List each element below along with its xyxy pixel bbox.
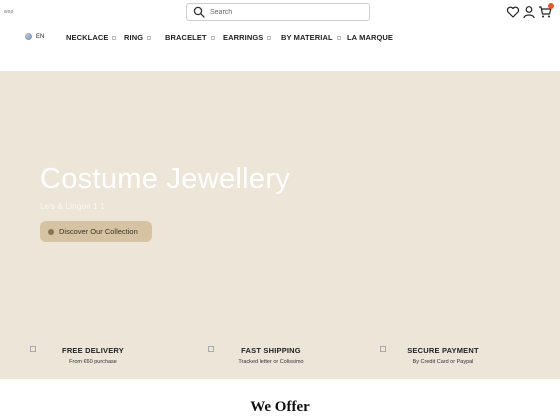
button-label: Discover Our Collection: [59, 227, 138, 236]
hero-title: Costume Jewellery: [40, 163, 291, 195]
nav-label: RING: [124, 33, 144, 42]
feature-title: FAST SHIPPING: [241, 346, 301, 355]
chevron-down-icon: [112, 35, 117, 40]
chevron-down-icon: [336, 35, 341, 40]
hero-subtitle: Le's & Lingon 1 1: [40, 202, 105, 211]
wishlist-button[interactable]: [506, 5, 520, 19]
search-bar[interactable]: [186, 3, 370, 21]
diamond-icon: [48, 228, 54, 235]
nav-label: NECKLACE: [66, 33, 109, 42]
features-bar: FREE DELIVERY From €60 purchase FAST SHI…: [0, 343, 560, 379]
feature-free-delivery: FREE DELIVERY From €60 purchase: [0, 343, 186, 379]
nav-item-earrings[interactable]: EARRINGS: [223, 33, 272, 42]
chevron-down-icon: [210, 35, 215, 40]
nav-item-by-material[interactable]: BY MATERIAL: [281, 33, 341, 42]
main-nav: EN NECKLACE RING BRACELET EARRINGS BY MA…: [0, 31, 560, 45]
header-icons: [506, 3, 554, 19]
nav-item-bracelet[interactable]: BRACELET: [165, 33, 215, 42]
nav-label: EARRINGS: [223, 33, 264, 42]
heart-icon: [506, 6, 520, 18]
nav-item-ring[interactable]: RING: [124, 33, 152, 42]
globe-icon: [25, 33, 32, 40]
feature-secure-payment: SECURE PAYMENT By Credit Card or Paypal: [350, 343, 536, 379]
section-title: We Offer: [250, 399, 310, 415]
feature-desc: By Credit Card or Paypal: [412, 359, 474, 365]
account-button[interactable]: [522, 5, 536, 19]
cart-badge: [548, 3, 554, 9]
chevron-down-icon: [267, 35, 272, 40]
site-logo[interactable]: wsp: [4, 9, 14, 15]
search-icon: [193, 6, 205, 18]
nav-label: LA MARQUE: [347, 33, 394, 42]
chevron-down-icon: [147, 35, 152, 40]
search-input[interactable]: [210, 8, 360, 16]
discover-collection-button[interactable]: Discover Our Collection: [40, 221, 152, 242]
feature-title: SECURE PAYMENT: [407, 346, 479, 355]
nav-label: BRACELET: [165, 33, 207, 42]
language-label: EN: [36, 33, 45, 40]
feature-title: FREE DELIVERY: [62, 346, 124, 355]
feature-desc: From €60 purchase: [69, 359, 117, 365]
language-selector[interactable]: EN: [25, 33, 44, 40]
hero-banner: Costume Jewellery Le's & Lingon 1 1 Disc…: [0, 71, 560, 343]
nav-item-la-marque[interactable]: LA MARQUE: [347, 33, 393, 42]
feature-desc: Tracked letter or Colissimo: [238, 359, 304, 365]
cart-button[interactable]: [538, 3, 554, 19]
feature-fast-shipping: FAST SHIPPING Tracked letter or Colissim…: [178, 343, 364, 379]
nav-item-necklace[interactable]: NECKLACE: [66, 33, 117, 42]
nav-label: BY MATERIAL: [281, 33, 333, 42]
user-icon: [523, 6, 535, 19]
